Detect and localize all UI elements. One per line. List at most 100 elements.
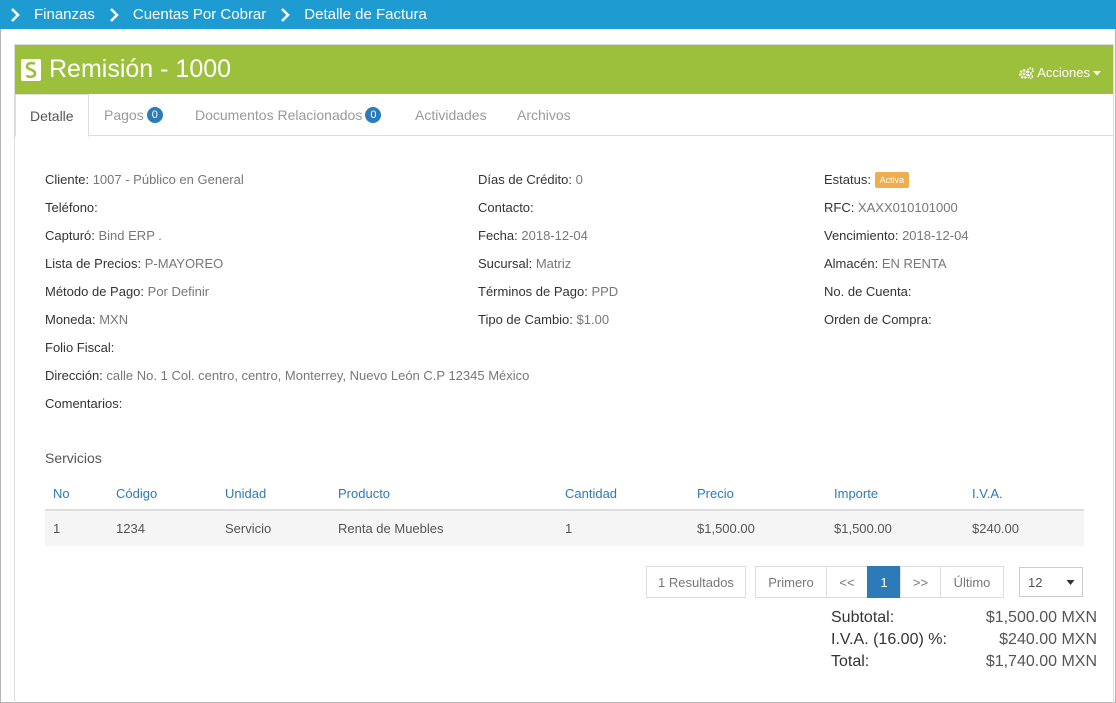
panel-header: Remisión - 1000 Acciones bbox=[15, 45, 1113, 94]
column-header[interactable]: I.V.A. bbox=[972, 486, 1003, 501]
table-header: No Código Unidad Producto Cantidad Preci… bbox=[45, 477, 1084, 511]
field-dias-credito: Días de Crédito: 0 bbox=[478, 172, 583, 187]
section-title-servicios: Servicios bbox=[45, 450, 102, 466]
tab-label: Detalle bbox=[30, 107, 74, 124]
table-row: 1 1234 Servicio Renta de Muebles 1 $1,50… bbox=[45, 511, 1084, 546]
tab-detalle[interactable]: Detalle bbox=[15, 94, 89, 137]
field-label: Almacén: bbox=[824, 256, 879, 271]
field-metodo-pago: Método de Pago: Por Definir bbox=[45, 284, 209, 299]
actions-dropdown-button[interactable]: Acciones bbox=[1019, 65, 1105, 80]
column-header[interactable]: No bbox=[53, 486, 70, 501]
breadcrumb-label: Cuentas Por Cobrar bbox=[132, 6, 267, 23]
field-value: Por Definir bbox=[147, 284, 210, 299]
field-value: Bind ERP . bbox=[98, 228, 162, 243]
column-header[interactable]: Precio bbox=[697, 486, 734, 501]
column-header[interactable]: Unidad bbox=[225, 486, 266, 501]
field-label: Cliente: bbox=[45, 172, 90, 187]
table-cell: $1,500.00 bbox=[834, 521, 892, 536]
page-title: Remisión - 1000 bbox=[49, 55, 232, 83]
tab-pagos[interactable]: Pagos 0 bbox=[90, 94, 177, 136]
field-value: calle No. 1 Col. centro, centro, Monterr… bbox=[106, 368, 530, 383]
column-header[interactable]: Producto bbox=[338, 486, 390, 501]
invoice-panel: Remisión - 1000 Acciones Detalle Pagos 0… bbox=[14, 44, 1114, 703]
table-cell: Renta de Muebles bbox=[338, 521, 444, 536]
field-tipo-cambio: Tipo de Cambio: $1.00 bbox=[478, 312, 609, 327]
pagination-page-1[interactable]: 1 bbox=[867, 566, 901, 598]
field-label: Tipo de Cambio: bbox=[478, 312, 573, 327]
field-value: XAXX010101000 bbox=[857, 200, 958, 215]
field-label: Contacto: bbox=[478, 200, 534, 215]
chevron-right-icon bbox=[11, 7, 20, 22]
status-badge: Activa bbox=[874, 172, 910, 188]
table-cell: $1,500.00 bbox=[697, 521, 755, 536]
field-label: Folio Fiscal: bbox=[45, 340, 115, 355]
page-size-select[interactable]: 12 bbox=[1019, 567, 1083, 597]
total-value: $1,740.00 MXN bbox=[985, 653, 1097, 670]
breadcrumb: Finanzas Cuentas Por Cobrar Detalle de F… bbox=[0, 0, 1116, 29]
caret-down-icon bbox=[1093, 70, 1101, 75]
field-label: Comentarios: bbox=[45, 396, 123, 411]
column-header[interactable]: Código bbox=[116, 486, 157, 501]
column-header[interactable]: Cantidad bbox=[565, 486, 617, 501]
field-label: Capturó: bbox=[45, 228, 95, 243]
field-label: Fecha: bbox=[478, 228, 518, 243]
field-label: Orden de Compra: bbox=[824, 312, 932, 327]
field-cliente: Cliente: 1007 - Público en General bbox=[45, 172, 244, 187]
field-value: 1007 - Público en General bbox=[92, 172, 244, 187]
breadcrumb-item-detalle-factura: Detalle de Factura bbox=[280, 6, 427, 23]
pagination-prev-button[interactable]: << bbox=[826, 566, 868, 598]
breadcrumb-label: Finanzas bbox=[34, 6, 95, 23]
field-label: Términos de Pago: bbox=[478, 284, 588, 299]
tab-archivos[interactable]: Archivos bbox=[503, 94, 585, 136]
field-vencimiento: Vencimiento: 2018-12-04 bbox=[824, 228, 969, 243]
tab-bar: Detalle Pagos 0 Documentos Relacionados … bbox=[15, 94, 1113, 137]
chevron-right-icon bbox=[281, 7, 291, 22]
tab-documentos-relacionados[interactable]: Documentos Relacionados 0 bbox=[181, 94, 395, 136]
field-label: Moneda: bbox=[45, 312, 96, 327]
count-badge: 0 bbox=[146, 107, 163, 123]
table-cell: 1234 bbox=[116, 521, 145, 536]
field-estatus: Estatus: Activa bbox=[824, 172, 910, 188]
table-cell: 1 bbox=[565, 521, 573, 536]
field-label: Vencimiento: bbox=[824, 228, 899, 243]
field-label: Estatus: bbox=[824, 172, 871, 187]
field-value: $1.00 bbox=[576, 312, 610, 327]
field-label: Teléfono: bbox=[45, 200, 98, 215]
field-comentarios: Comentarios: bbox=[45, 396, 122, 411]
app-logo-icon bbox=[21, 59, 41, 81]
caret-down-icon bbox=[1066, 580, 1075, 585]
field-value: Matriz bbox=[535, 256, 572, 271]
table-cell: 1 bbox=[53, 521, 61, 536]
field-label: Días de Crédito: bbox=[478, 172, 572, 187]
field-rfc: RFC: XAXX010101000 bbox=[824, 200, 958, 215]
field-sucursal: Sucursal: Matriz bbox=[478, 256, 571, 271]
subtotal-value: $1,500.00 MXN bbox=[985, 609, 1097, 626]
field-label: Sucursal: bbox=[478, 256, 533, 271]
pagination-next-button[interactable]: >> bbox=[900, 566, 941, 598]
breadcrumb-item-finanzas[interactable]: Finanzas bbox=[10, 6, 95, 23]
table-cell: $240.00 bbox=[972, 521, 1019, 536]
pagination-last-button[interactable]: Último bbox=[940, 566, 1004, 598]
subtotal-label: Subtotal: bbox=[831, 609, 895, 626]
column-header[interactable]: Importe bbox=[834, 486, 878, 501]
field-value: MXN bbox=[99, 312, 129, 327]
gears-icon bbox=[1019, 66, 1035, 79]
breadcrumb-item-cuentas-por-cobrar[interactable]: Cuentas Por Cobrar bbox=[109, 6, 266, 23]
tab-label: Pagos bbox=[104, 107, 144, 123]
field-folio-fiscal: Folio Fiscal: bbox=[45, 340, 114, 355]
field-label: No. de Cuenta: bbox=[824, 284, 912, 299]
field-value: 0 bbox=[575, 172, 583, 187]
pagination-first-button[interactable]: Primero bbox=[755, 566, 827, 598]
field-capturo: Capturó: Bind ERP . bbox=[45, 228, 162, 243]
field-almacen: Almacén: EN RENTA bbox=[824, 256, 947, 271]
field-no-cuenta: No. de Cuenta: bbox=[824, 284, 911, 299]
tab-actividades[interactable]: Actividades bbox=[401, 94, 501, 136]
field-value: PPD bbox=[591, 284, 619, 299]
field-value: P-MAYOREO bbox=[144, 256, 224, 271]
tab-label: Documentos Relacionados bbox=[195, 107, 363, 123]
iva-label: I.V.A. (16.00) %: bbox=[831, 631, 947, 648]
field-fecha: Fecha: 2018-12-04 bbox=[478, 228, 588, 243]
field-label: Dirección: bbox=[45, 368, 103, 383]
field-value: 2018-12-04 bbox=[902, 228, 969, 243]
field-telefono: Teléfono: bbox=[45, 200, 98, 215]
